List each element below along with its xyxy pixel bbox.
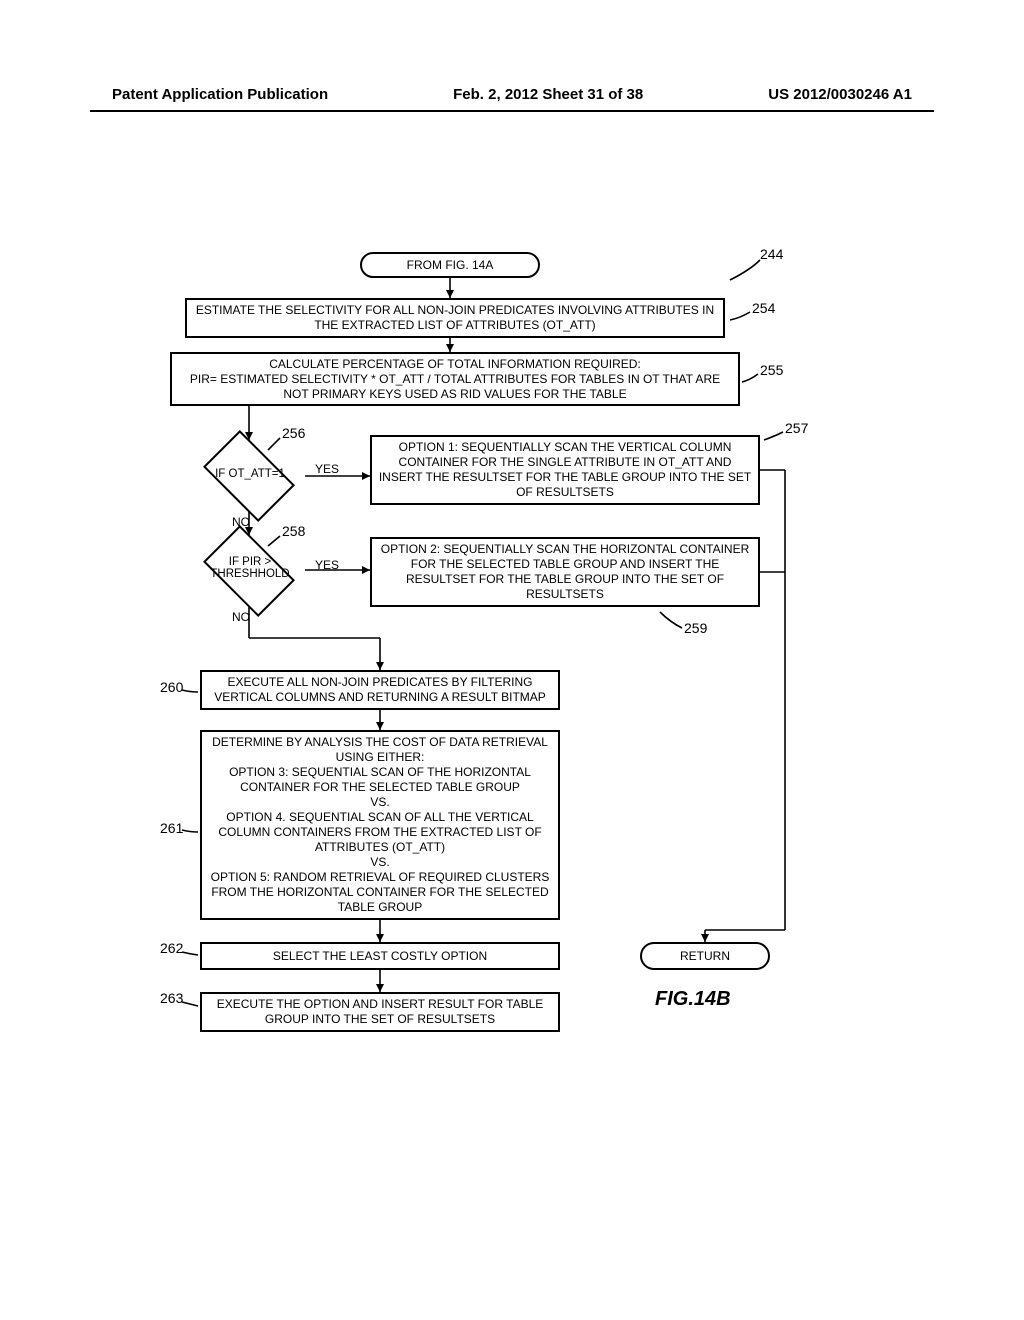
ref-262: 262 [160,940,183,956]
yes-label-258: YES [315,558,339,572]
process-259: OPTION 2: SEQUENTIALLY SCAN THE HORIZONT… [370,537,760,607]
process-255-text: CALCULATE PERCENTAGE OF TOTAL INFORMATIO… [178,357,732,402]
process-262: SELECT THE LEAST COSTLY OPTION [200,942,560,970]
process-261: DETERMINE BY ANALYSIS THE COST OF DATA R… [200,730,560,920]
process-255: CALCULATE PERCENTAGE OF TOTAL INFORMATIO… [170,352,740,406]
ref-254: 254 [752,300,775,316]
process-257-text: OPTION 1: SEQUENTIALLY SCAN THE VERTICAL… [378,440,752,500]
process-254: ESTIMATE THE SELECTIVITY FOR ALL NON-JOI… [185,298,725,338]
process-260-text: EXECUTE ALL NON-JOIN PREDICATES BY FILTE… [208,675,552,705]
ref-258: 258 [282,523,305,539]
header-left: Patent Application Publication [112,86,328,103]
process-257: OPTION 1: SEQUENTIALLY SCAN THE VERTICAL… [370,435,760,505]
header-center: Feb. 2, 2012 Sheet 31 of 38 [453,86,643,103]
process-254-text: ESTIMATE THE SELECTIVITY FOR ALL NON-JOI… [193,303,717,333]
page: Patent Application Publication Feb. 2, 2… [0,0,1024,1320]
process-263-text: EXECUTE THE OPTION AND INSERT RESULT FOR… [208,997,552,1027]
connector-return: RETURN [640,942,770,970]
connector-from-fig14a: FROM FIG. 14A [360,252,540,278]
ref-260: 260 [160,679,183,695]
ref-263: 263 [160,990,183,1006]
no-label-256: NO [232,515,250,529]
decision-256 [203,430,295,522]
ref-261: 261 [160,820,183,836]
ref-256: 256 [282,425,305,441]
ref-257: 257 [785,420,808,436]
ref-244: 244 [760,246,783,262]
process-260: EXECUTE ALL NON-JOIN PREDICATES BY FILTE… [200,670,560,710]
return-label: RETURN [680,949,730,964]
header-rule [90,110,934,112]
header-right: US 2012/0030246 A1 [768,86,912,103]
connector-label: FROM FIG. 14A [407,258,494,273]
no-label-258: NO [232,610,250,624]
process-259-text: OPTION 2: SEQUENTIALLY SCAN THE HORIZONT… [378,542,752,602]
process-261-text: DETERMINE BY ANALYSIS THE COST OF DATA R… [208,735,552,915]
ref-259: 259 [684,620,707,636]
page-header: Patent Application Publication Feb. 2, 2… [0,86,1024,103]
flowchart-canvas: FROM FIG. 14A ESTIMATE THE SELECTIVITY F… [160,240,860,1200]
yes-label-256: YES [315,462,339,476]
figure-label: FIG.14B [655,988,731,1011]
process-263: EXECUTE THE OPTION AND INSERT RESULT FOR… [200,992,560,1032]
ref-255: 255 [760,362,783,378]
process-262-text: SELECT THE LEAST COSTLY OPTION [273,949,487,964]
